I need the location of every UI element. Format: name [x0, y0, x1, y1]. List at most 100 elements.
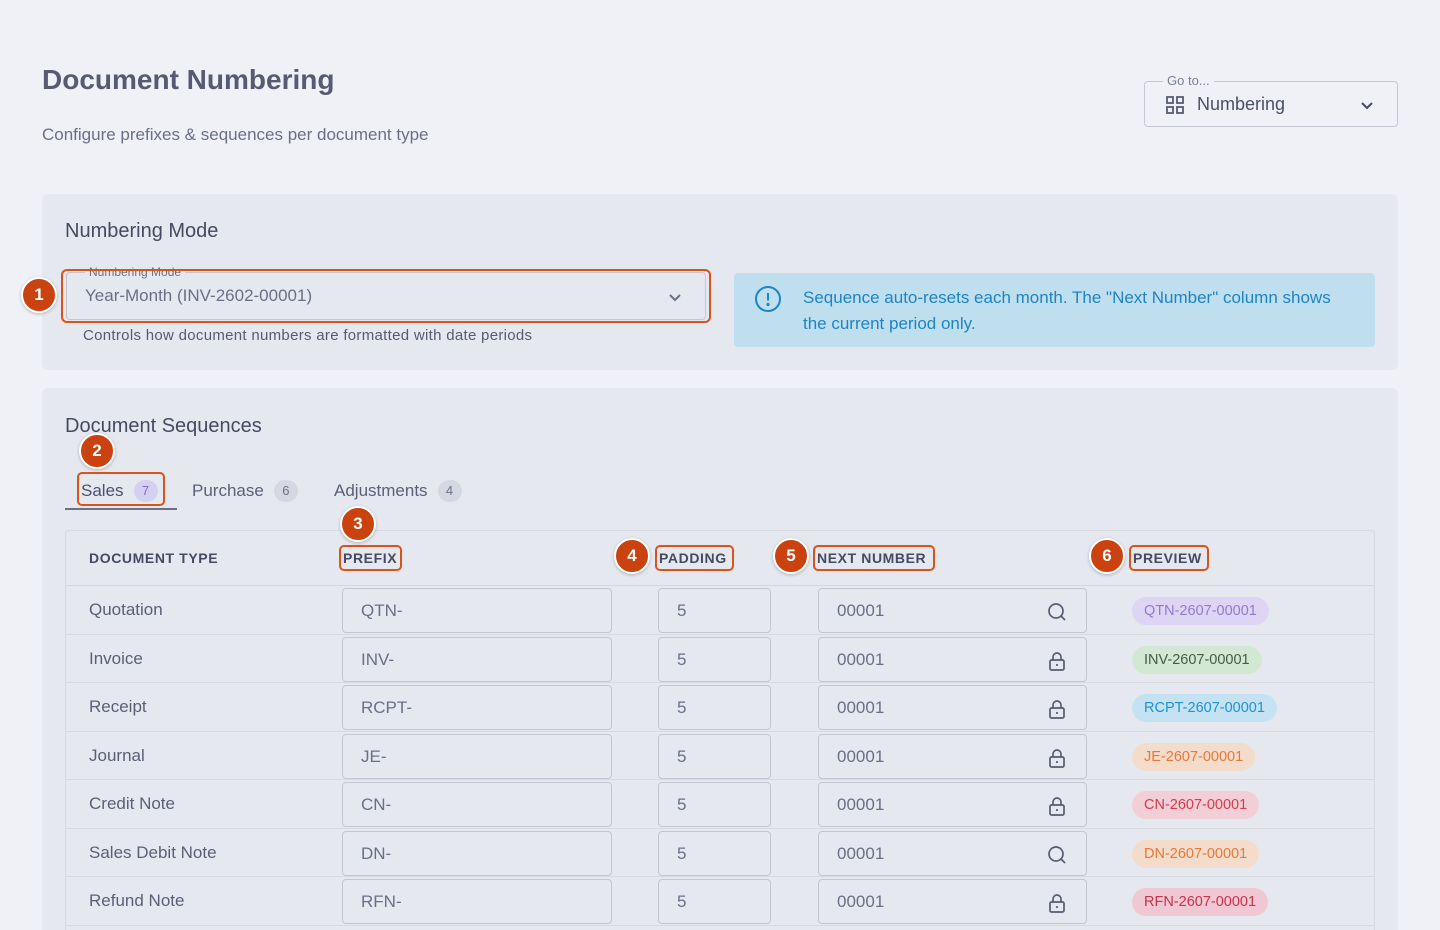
lock-icon[interactable]: [1046, 650, 1068, 672]
page-subtitle: Configure prefixes & sequences per docum…: [42, 125, 429, 144]
padding-value: 5: [677, 843, 687, 863]
prefix-input[interactable]: RFN-: [342, 879, 612, 924]
padding-input[interactable]: 5: [658, 588, 771, 633]
prefix-input[interactable]: JE-: [342, 733, 612, 779]
highlight-box: [655, 545, 734, 571]
table-row: Receipt RCPT- 5 00001 RCPT-2607-00001: [66, 683, 1374, 732]
table-row: Sales Debit Note DN- 5 00001 DN-2607-00001: [66, 829, 1374, 877]
lock-icon[interactable]: [1046, 892, 1068, 914]
next-number-input[interactable]: 00001: [818, 588, 1087, 633]
prefix-value: RCPT-: [361, 698, 412, 717]
highlight-box: [61, 269, 711, 323]
tab-label: Adjustments: [334, 481, 428, 500]
table-row: Refund Note RFN- 5 00001 RFN-2607-00001: [66, 877, 1374, 926]
padding-value: 5: [677, 601, 687, 620]
preview-chip: INV-2607-00001: [1132, 645, 1262, 674]
next-number-input[interactable]: 00001: [818, 636, 1087, 682]
table-row: Credit Note CN- 5 00001 CN-2607-00001: [66, 780, 1374, 829]
next-number-input[interactable]: 00001: [818, 879, 1087, 924]
tab-purchase[interactable]: Purchase 6: [192, 473, 298, 509]
goto-label: Go to...: [1163, 73, 1214, 88]
next-number-input[interactable]: 00001: [818, 830, 1087, 876]
cell-document-type: Journal: [89, 745, 145, 765]
annotation-badge-1: 1: [21, 277, 57, 313]
table-row: Journal JE- 5 00001 JE-2607-00001: [66, 732, 1374, 780]
sequences-table: DOCUMENT TYPE PREFIX PADDING NEXT NUMBER…: [65, 530, 1375, 930]
prefix-input[interactable]: INV-: [342, 636, 612, 682]
cell-document-type: Receipt: [89, 697, 147, 716]
highlight-box: [77, 472, 165, 506]
cell-document-type: Invoice: [89, 648, 143, 668]
numbering-mode-title: Numbering Mode: [65, 220, 219, 242]
tab-label: Purchase: [192, 481, 264, 500]
search-icon[interactable]: [1046, 601, 1068, 623]
col-document-type: DOCUMENT TYPE: [89, 550, 219, 566]
prefix-value: QTN-: [361, 601, 403, 620]
next-number-value: 00001: [837, 843, 885, 863]
goto-value: Numbering: [1197, 94, 1286, 114]
tab-adjustments[interactable]: Adjustments 4: [334, 473, 462, 509]
next-number-input[interactable]: 00001: [818, 782, 1087, 827]
annotation-badge-4: 4: [614, 538, 650, 574]
tab-count: 4: [437, 480, 462, 502]
annotation-badge-3: 3: [340, 506, 376, 542]
padding-input[interactable]: 5: [658, 685, 771, 730]
page-title: Document Numbering: [42, 64, 335, 95]
next-number-value: 00001: [837, 892, 885, 911]
prefix-value: INV-: [361, 649, 395, 669]
cell-document-type: Credit Note: [89, 794, 175, 813]
document-sequences-card: Document Sequences Sales 7 Purchase 6 Ad…: [42, 388, 1398, 930]
padding-value: 5: [677, 746, 687, 766]
padding-input[interactable]: 5: [658, 733, 771, 779]
highlight-box: [813, 545, 935, 571]
padding-value: 5: [677, 649, 687, 669]
prefix-input[interactable]: DN-: [342, 830, 612, 876]
preview-chip: CN-2607-00001: [1132, 791, 1260, 819]
preview-chip: DN-2607-00001: [1132, 839, 1260, 868]
preview-chip: RFN-2607-00001: [1132, 888, 1269, 916]
numbering-mode-helper: Controls how document numbers are format…: [83, 327, 533, 344]
preview-chip: JE-2607-00001: [1132, 742, 1256, 771]
annotation-badge-2: 2: [79, 433, 115, 469]
padding-value: 5: [677, 698, 687, 717]
grid-icon: [1166, 96, 1184, 114]
next-number-value: 00001: [837, 601, 885, 620]
numbering-mode-card: Numbering Mode Numbering Mode Year-Month…: [42, 194, 1398, 370]
table-row: Invoice INV- 5 00001 INV-2607-00001: [66, 635, 1374, 683]
prefix-value: JE-: [361, 746, 387, 766]
padding-input[interactable]: 5: [658, 782, 771, 827]
info-icon: [755, 286, 781, 312]
highlight-box: [339, 545, 402, 571]
prefix-value: CN-: [361, 795, 392, 814]
table-header: DOCUMENT TYPE PREFIX PADDING NEXT NUMBER…: [66, 531, 1374, 586]
padding-input[interactable]: 5: [658, 636, 771, 682]
annotation-badge-5: 5: [773, 538, 809, 574]
chevron-down-icon: [1361, 102, 1373, 110]
prefix-input[interactable]: CN-: [342, 782, 612, 827]
goto-select[interactable]: Go to... Numbering: [1144, 73, 1398, 127]
cell-document-type: Sales Debit Note: [89, 842, 217, 862]
prefix-input[interactable]: QTN-: [342, 588, 612, 633]
next-number-value: 00001: [837, 649, 885, 669]
highlight-box: [1129, 545, 1209, 571]
next-number-input[interactable]: 00001: [818, 685, 1087, 730]
preview-chip: RCPT-2607-00001: [1132, 694, 1277, 722]
lock-icon[interactable]: [1046, 698, 1068, 720]
next-number-input[interactable]: 00001: [818, 733, 1087, 779]
prefix-input[interactable]: RCPT-: [342, 685, 612, 730]
padding-input[interactable]: 5: [658, 830, 771, 876]
padding-value: 5: [677, 892, 687, 911]
lock-icon[interactable]: [1046, 747, 1068, 769]
lock-icon[interactable]: [1046, 795, 1068, 817]
search-icon[interactable]: [1046, 844, 1068, 866]
next-number-value: 00001: [837, 698, 885, 717]
info-alert: Sequence auto-resets each month. The "Ne…: [734, 273, 1375, 347]
table-row: Quotation QTN- 5 00001 QTN-2607-00001: [66, 586, 1374, 635]
next-number-value: 00001: [837, 795, 885, 814]
preview-chip: QTN-2607-00001: [1132, 597, 1269, 625]
tabs: Sales 7 Purchase 6 Adjustments 4: [65, 472, 1375, 511]
tab-count: 6: [273, 480, 298, 502]
padding-input[interactable]: 5: [658, 879, 771, 924]
cell-document-type: Refund Note: [89, 891, 185, 910]
tab-active-indicator: [65, 508, 177, 510]
